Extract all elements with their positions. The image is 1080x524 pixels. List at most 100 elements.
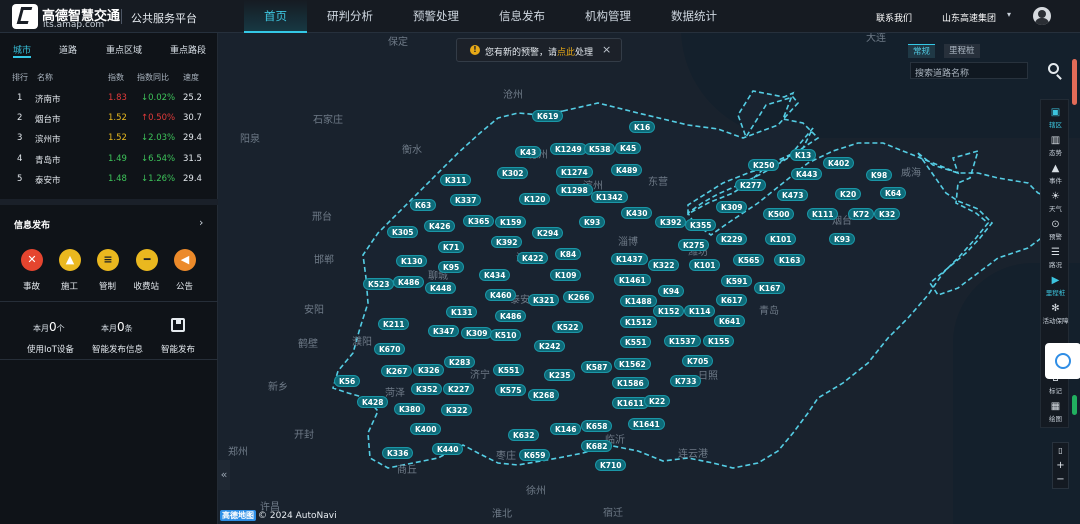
floating-assistant-button[interactable] <box>1045 343 1080 379</box>
milestone-marker[interactable]: K337 <box>450 194 482 206</box>
milestone-marker[interactable]: K163 <box>774 254 806 266</box>
milestone-marker[interactable]: K109 <box>550 269 582 281</box>
milestone-marker[interactable]: K63 <box>410 199 437 211</box>
milestone-marker[interactable]: K619 <box>532 110 564 122</box>
milestone-marker[interactable]: K227 <box>443 383 475 395</box>
milestone-marker[interactable]: K22 <box>644 395 671 407</box>
milestone-marker[interactable]: K460 <box>485 289 517 301</box>
accident-icon[interactable]: ✕ <box>21 249 43 271</box>
toast-link[interactable]: 点此 <box>557 48 575 58</box>
milestone-marker[interactable]: K659 <box>519 449 551 461</box>
milestone-marker[interactable]: K120 <box>519 193 551 205</box>
search-icon[interactable] <box>1048 63 1059 74</box>
milestone-marker[interactable]: K229 <box>716 233 748 245</box>
milestone-marker[interactable]: K45 <box>615 142 642 154</box>
milestone-marker[interactable]: K440 <box>432 443 464 455</box>
rail-traffic[interactable]: ☰ 路况 <box>1041 244 1070 272</box>
milestone-marker[interactable]: K392 <box>655 216 687 228</box>
milestone-marker[interactable]: K1274 <box>556 166 593 178</box>
milestone-marker[interactable]: K93 <box>829 233 856 245</box>
milestone-marker[interactable]: K347 <box>428 325 460 337</box>
save-icon[interactable] <box>171 318 185 332</box>
milestone-marker[interactable]: K277 <box>735 179 767 191</box>
milestone-marker[interactable]: K321 <box>528 294 560 306</box>
milestone-marker[interactable]: K392 <box>491 236 523 248</box>
milestone-marker[interactable]: K1437 <box>611 253 648 265</box>
milestone-marker[interactable]: K84 <box>555 248 582 260</box>
milestone-marker[interactable]: K402 <box>823 157 855 169</box>
rail-event-support[interactable]: ✻ 活动保障 <box>1041 300 1070 328</box>
nav-home[interactable]: 首页 <box>244 0 307 33</box>
milestone-marker[interactable]: K682 <box>581 440 613 452</box>
milestone-marker[interactable]: K733 <box>670 375 702 387</box>
milestone-marker[interactable]: K380 <box>394 403 426 415</box>
collapse-panel-button[interactable]: « <box>218 460 230 490</box>
milestone-marker[interactable]: K111 <box>807 208 839 220</box>
ranking-row[interactable]: 4 青岛市 1.49 ↓6.54% 31.5 <box>0 154 218 166</box>
rail-warning[interactable]: ⊙ 预警 <box>1041 216 1070 244</box>
milestone-marker[interactable]: K20 <box>835 188 862 200</box>
milestone-marker[interactable]: K268 <box>528 389 560 401</box>
smart-publish-button[interactable]: 智能发布 <box>161 343 195 355</box>
milestone-marker[interactable]: K167 <box>754 282 786 294</box>
milestone-marker[interactable]: K309 <box>716 201 748 213</box>
milestone-marker[interactable]: K155 <box>703 335 735 347</box>
milestone-marker[interactable]: K565 <box>733 254 765 266</box>
milestone-marker[interactable]: K311 <box>440 174 472 186</box>
milestone-marker[interactable]: K322 <box>648 259 680 271</box>
milestone-marker[interactable]: K266 <box>563 291 595 303</box>
milestone-marker[interactable]: K275 <box>678 239 710 251</box>
map-canvas[interactable]: 保定沧州石家庄衡水阳泉德州邢台邯郸聊城滨州东营淄博潍坊济南泰安菏泽济宁枣庄临沂日… <box>218 33 1080 524</box>
chevron-down-icon[interactable]: ▾ <box>1007 10 1011 19</box>
milestone-marker[interactable]: K617 <box>716 294 748 306</box>
control-icon[interactable]: ≡ <box>97 249 119 271</box>
milestone-marker[interactable]: K489 <box>611 164 643 176</box>
zoom-out-button[interactable]: − <box>1053 473 1068 488</box>
milestone-marker[interactable]: K1512 <box>620 316 657 328</box>
milestone-marker[interactable]: K400 <box>410 423 442 435</box>
announcement-icon[interactable]: ◀ <box>174 249 196 271</box>
milestone-marker[interactable]: K434 <box>479 269 511 281</box>
milestone-marker[interactable]: K486 <box>393 276 425 288</box>
milestone-marker[interactable]: K486 <box>495 310 527 322</box>
milestone-marker[interactable]: K98 <box>866 169 893 181</box>
tab-milestone[interactable]: 里程桩 <box>944 44 980 58</box>
tab-road[interactable]: 道路 <box>59 43 77 56</box>
milestone-marker[interactable]: K146 <box>550 423 582 435</box>
milestone-marker[interactable]: K443 <box>791 168 823 180</box>
rail-event[interactable]: ▲ 事件 <box>1041 160 1070 188</box>
milestone-marker[interactable]: K114 <box>684 305 716 317</box>
milestone-marker[interactable]: K267 <box>381 365 413 377</box>
milestone-marker[interactable]: K322 <box>441 404 473 416</box>
milestone-marker[interactable]: K587 <box>581 361 613 373</box>
layers-icon[interactable]: ▯ <box>1053 443 1068 458</box>
milestone-marker[interactable]: K591 <box>721 275 753 287</box>
ranking-row[interactable]: 5 泰安市 1.48 ↓1.26% 29.4 <box>0 174 218 186</box>
rail-situation[interactable]: ▥ 态势 <box>1041 132 1070 160</box>
milestone-marker[interactable]: K500 <box>763 208 795 220</box>
nav-info-release[interactable]: 信息发布 <box>479 0 565 33</box>
milestone-marker[interactable]: K430 <box>621 207 653 219</box>
scrollbar-thumb[interactable] <box>1072 59 1077 105</box>
milestone-marker[interactable]: K428 <box>357 396 389 408</box>
tab-city[interactable]: 城市 <box>13 43 32 58</box>
nav-analysis[interactable]: 研判分析 <box>307 0 393 33</box>
nav-statistics[interactable]: 数据统计 <box>651 0 737 33</box>
rail-draw[interactable]: ▦ 绘图 <box>1041 398 1070 426</box>
milestone-marker[interactable]: K710 <box>595 459 627 471</box>
milestone-marker[interactable]: K1249 <box>550 143 587 155</box>
zoom-in-button[interactable]: + <box>1053 458 1068 473</box>
tab-key-section[interactable]: 重点路段 <box>170 43 206 56</box>
milestone-marker[interactable]: K575 <box>495 384 527 396</box>
milestone-marker[interactable]: K101 <box>689 259 721 271</box>
milestone-marker[interactable]: K94 <box>658 285 685 297</box>
milestone-marker[interactable]: K1586 <box>612 377 649 389</box>
contact-link[interactable]: 联系我们 <box>876 11 912 24</box>
milestone-marker[interactable]: K250 <box>748 159 780 171</box>
construction-icon[interactable]: ▲ <box>59 249 81 271</box>
milestone-marker[interactable]: K326 <box>413 364 445 376</box>
milestone-marker[interactable]: K131 <box>446 306 478 318</box>
milestone-marker[interactable]: K670 <box>374 343 406 355</box>
milestone-marker[interactable]: K309 <box>461 327 493 339</box>
milestone-marker[interactable]: K422 <box>517 252 549 264</box>
